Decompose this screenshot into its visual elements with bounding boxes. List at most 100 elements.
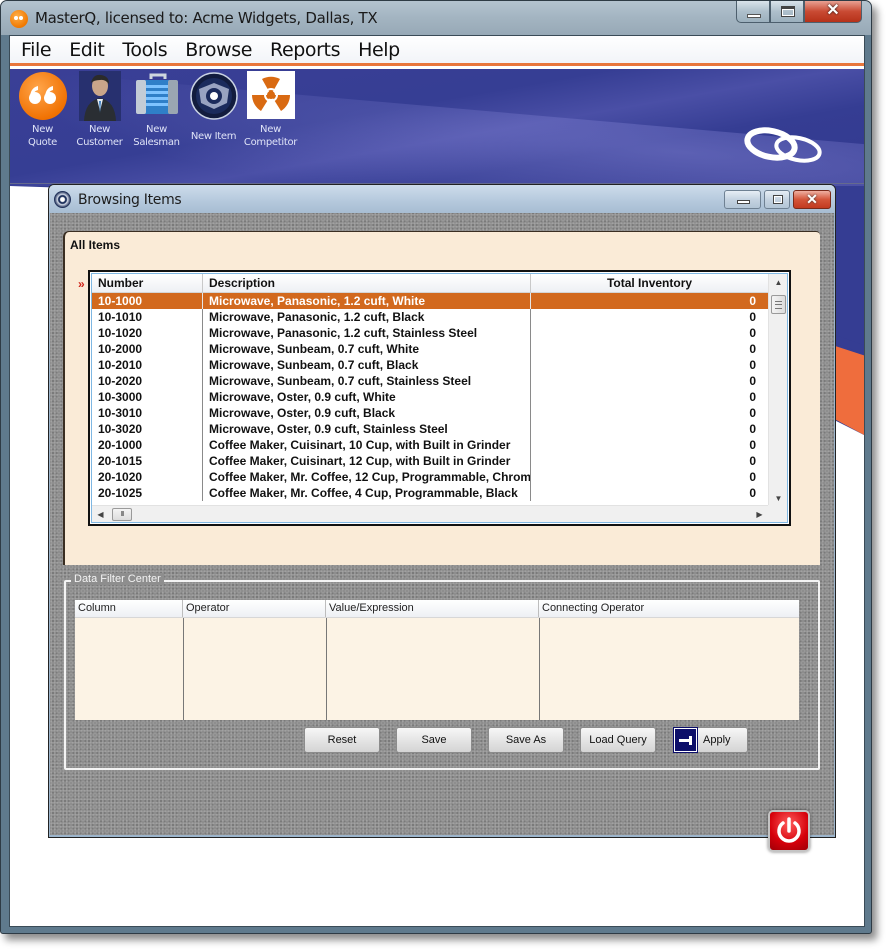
filter-column-header-operator[interactable]: Operator <box>183 600 326 617</box>
filter-column-header-value[interactable]: Value/Expression <box>326 600 539 617</box>
cell-total-inventory: 0 <box>749 326 756 340</box>
cell-total-inventory: 0 <box>749 294 756 308</box>
menu-tools[interactable]: Tools <box>113 39 176 61</box>
table-row[interactable]: 10-2010 Microwave, Sunbeam, 0.7 cuft, Bla… <box>92 357 768 373</box>
new-quote-button[interactable]: New Quote <box>14 69 71 149</box>
table-row[interactable]: 10-2020 Microwave, Sunbeam, 0.7 cuft, Sta… <box>92 373 768 389</box>
minimize-button[interactable] <box>736 1 770 23</box>
cell-number: 10-3020 <box>92 421 203 437</box>
apply-button[interactable]: Apply <box>672 727 748 753</box>
cell-total-inventory: 0 <box>749 342 756 356</box>
scroll-left-icon[interactable]: ◀ <box>92 506 109 523</box>
cell-description: Microwave, Oster, 0.9 cuft, White <box>203 389 531 405</box>
child-maximize-button[interactable] <box>764 190 790 209</box>
filter-column-header-column[interactable]: Column <box>75 600 183 617</box>
items-grid: Number Description Total Inventory 10-10… <box>88 270 791 526</box>
reset-button[interactable]: Reset <box>304 727 380 753</box>
horizontal-scrollbar[interactable]: ◀ III ▶ <box>92 505 768 522</box>
table-row[interactable]: 10-2000 Microwave, Sunbeam, 0.7 cuft, Whi… <box>92 341 768 357</box>
column-header-total-inventory[interactable]: Total Inventory <box>531 274 768 293</box>
cell-total-inventory: 0 <box>749 470 756 484</box>
table-row[interactable]: 20-1000 Coffee Maker, Cuisinart, 10 Cup, … <box>92 437 768 453</box>
table-row[interactable]: 10-3010 Microwave, Oster, 0.9 cuft, Black… <box>92 405 768 421</box>
load-query-button[interactable]: Load Query <box>580 727 656 753</box>
new-competitor-label: New Competitor <box>243 124 298 148</box>
horizontal-scroll-thumb[interactable]: III <box>112 508 132 521</box>
table-row[interactable]: 10-1000 Microwave, Panasonic, 1.2 cuft, W… <box>92 293 768 309</box>
filter-button-row: Reset Save Save As Load Query Apply <box>304 727 748 753</box>
scroll-up-icon[interactable]: ▲ <box>769 274 788 291</box>
cell-number: 10-3000 <box>92 389 203 405</box>
new-customer-label: New Customer <box>76 124 123 148</box>
cell-description: Coffee Maker, Mr. Coffee, 4 Cup, Program… <box>203 485 531 501</box>
tab-label[interactable]: All Items <box>70 238 120 252</box>
table-row[interactable]: 20-1015 Coffee Maker, Cuisinart, 12 Cup, … <box>92 453 768 469</box>
column-header-number[interactable]: Number <box>92 274 203 293</box>
save-as-button[interactable]: Save As <box>488 727 564 753</box>
menu-help[interactable]: Help <box>349 39 409 61</box>
cell-number: 20-1015 <box>92 453 203 469</box>
cell-number: 10-3010 <box>92 405 203 421</box>
table-row[interactable]: 10-3020 Microwave, Oster, 0.9 cuft, Stain… <box>92 421 768 437</box>
new-salesman-button[interactable]: New Salesman <box>128 69 185 149</box>
filter-grid-body[interactable] <box>75 618 799 720</box>
menu-file[interactable]: File <box>12 39 60 61</box>
cell-number: 10-1020 <box>92 325 203 341</box>
cell-description: Microwave, Oster, 0.9 cuft, Black <box>203 405 531 421</box>
filter-column-separator <box>183 618 184 720</box>
child-window-title: Browsing Items <box>78 192 182 208</box>
minimize-icon <box>747 14 761 18</box>
vertical-scroll-thumb[interactable] <box>771 295 786 314</box>
scroll-right-icon[interactable]: ▶ <box>751 506 768 523</box>
browsing-items-window: Browsing Items ✕ All Items » Number Desc… <box>48 184 836 852</box>
current-row-indicator: » <box>78 277 85 291</box>
new-competitor-button[interactable]: New Competitor <box>242 69 299 149</box>
grid-header: Number Description Total Inventory <box>92 274 768 293</box>
cell-number: 10-1000 <box>92 293 203 309</box>
table-row[interactable]: 10-1020 Microwave, Panasonic, 1.2 cuft, S… <box>92 325 768 341</box>
new-item-button[interactable]: New Item <box>185 69 242 149</box>
app-logo-icon <box>10 10 28 28</box>
new-quote-label: New Quote <box>28 124 57 148</box>
column-header-description[interactable]: Description <box>203 274 531 293</box>
cell-number: 10-2000 <box>92 341 203 357</box>
table-row[interactable]: 10-1010 Microwave, Panasonic, 1.2 cuft, B… <box>92 309 768 325</box>
cell-total-inventory: 0 <box>749 390 756 404</box>
new-customer-button[interactable]: New Customer <box>71 69 128 149</box>
cell-description: Coffee Maker, Cuisinart, 12 Cup, with Bu… <box>203 453 531 469</box>
power-button[interactable] <box>768 810 810 852</box>
tab-all-items: All Items » Number Description Total Inv… <box>63 231 820 565</box>
cell-total-inventory: 0 <box>749 422 756 436</box>
child-close-button[interactable]: ✕ <box>793 190 831 209</box>
filter-column-header-connecting-operator[interactable]: Connecting Operator <box>539 600 799 617</box>
window-caption-buttons: ✕ <box>736 1 862 23</box>
child-titlebar[interactable]: Browsing Items ✕ <box>49 185 835 213</box>
grid-body: 10-1000 Microwave, Panasonic, 1.2 cuft, W… <box>92 293 768 501</box>
table-row[interactable]: 20-1020 Coffee Maker, Mr. Coffee, 12 Cup,… <box>92 469 768 485</box>
brand-logo-icon <box>744 127 822 163</box>
menu-edit[interactable]: Edit <box>60 39 113 61</box>
child-minimize-button[interactable] <box>724 190 761 209</box>
maximize-icon <box>773 195 783 204</box>
cell-total-inventory: 0 <box>749 406 756 420</box>
maximize-button[interactable] <box>770 1 804 23</box>
grid-inner: Number Description Total Inventory 10-10… <box>91 273 788 523</box>
menu-browse[interactable]: Browse <box>176 39 261 61</box>
businessman-icon <box>78 71 121 121</box>
table-row[interactable]: 10-3000 Microwave, Oster, 0.9 cuft, White… <box>92 389 768 405</box>
scrollbar-corner <box>768 505 787 522</box>
cell-number: 20-1025 <box>92 485 203 501</box>
filter-grid-header: Column Operator Value/Expression Connect… <box>75 600 799 618</box>
close-button[interactable]: ✕ <box>804 1 862 23</box>
save-button[interactable]: Save <box>396 727 472 753</box>
window-title: MasterQ, licensed to: Acme Widgets, Dall… <box>35 9 378 27</box>
cell-number: 10-1010 <box>92 309 203 325</box>
filter-grid[interactable]: Column Operator Value/Expression Connect… <box>75 600 799 720</box>
cell-number: 20-1020 <box>92 469 203 485</box>
vertical-scrollbar[interactable]: ▲ ▼ <box>768 274 787 507</box>
banner: New Quote New Customer New Salesman New … <box>10 69 864 186</box>
child-caption-buttons: ✕ <box>724 190 831 209</box>
menu-reports[interactable]: Reports <box>261 39 349 61</box>
table-row[interactable]: 20-1025 Coffee Maker, Mr. Coffee, 4 Cup, … <box>92 485 768 501</box>
cell-number: 10-2010 <box>92 357 203 373</box>
